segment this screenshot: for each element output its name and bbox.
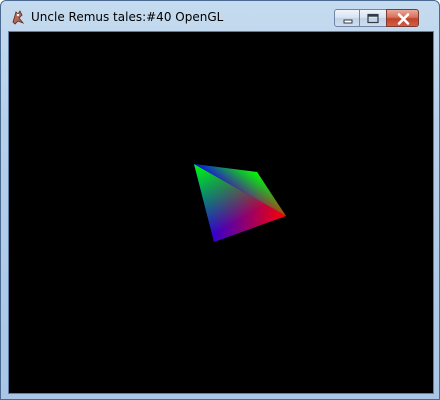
app-icon[interactable] (10, 9, 26, 25)
minimize-icon (343, 19, 353, 24)
close-button[interactable] (386, 9, 419, 27)
maximize-button[interactable] (360, 9, 386, 27)
app-window: Uncle Remus tales:#40 OpenGL (0, 0, 440, 400)
close-icon (397, 13, 410, 25)
opengl-viewport[interactable] (8, 31, 434, 394)
window-title: Uncle Remus tales:#40 OpenGL (31, 10, 224, 24)
render-canvas (194, 164, 286, 242)
maximize-icon (367, 13, 379, 24)
caption-buttons (334, 9, 419, 27)
minimize-button[interactable] (334, 9, 360, 27)
title-bar[interactable]: Uncle Remus tales:#40 OpenGL (1, 1, 439, 31)
